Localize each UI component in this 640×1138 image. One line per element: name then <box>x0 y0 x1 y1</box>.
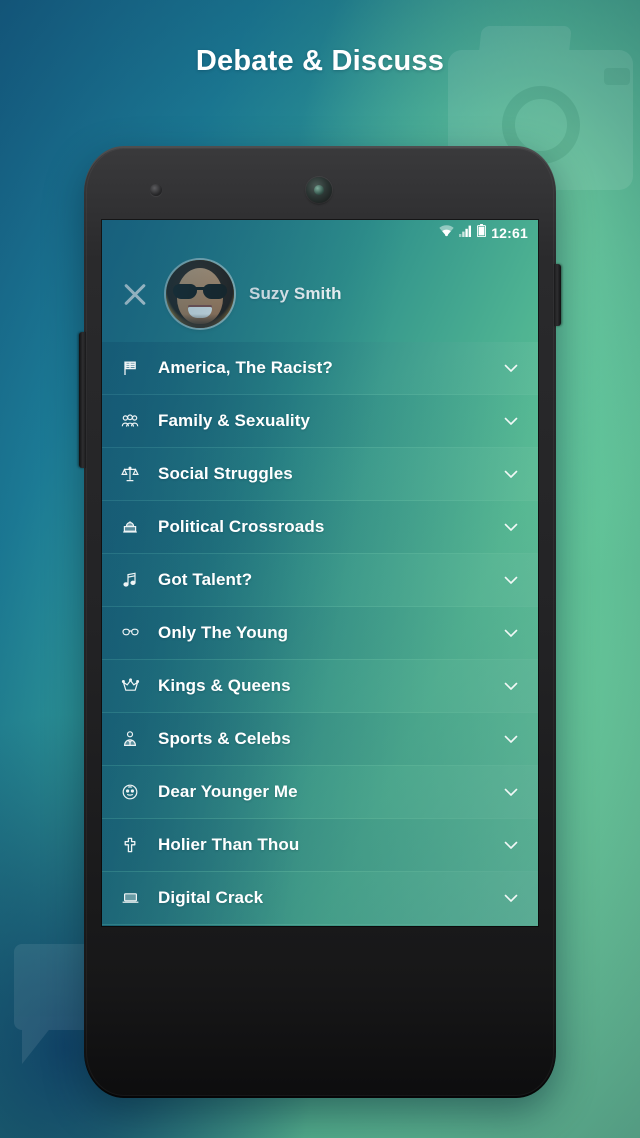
list-item[interactable]: Sports & Celebs <box>102 713 538 766</box>
flag-icon <box>116 354 144 382</box>
chevron-down-icon[interactable] <box>502 412 520 430</box>
close-icon[interactable] <box>120 279 150 309</box>
list-item-label: Kings & Queens <box>158 676 291 695</box>
list-item-label: Sports & Celebs <box>158 729 291 748</box>
list-item[interactable]: Political Crossroads <box>102 501 538 554</box>
list-item-label: Political Crossroads <box>158 517 325 536</box>
list-item[interactable]: Dear Younger Me <box>102 766 538 819</box>
capitol-building-icon <box>116 513 144 541</box>
chevron-down-icon[interactable] <box>502 889 520 907</box>
app-header: Suzy Smith <box>102 246 538 342</box>
avatar[interactable] <box>166 260 234 328</box>
list-item[interactable]: Family & Sexuality <box>102 395 538 448</box>
list-item-label: Holier Than Thou <box>158 835 300 854</box>
chevron-down-icon[interactable] <box>502 465 520 483</box>
list-item-label: Social Struggles <box>158 464 293 483</box>
battery-icon <box>477 224 487 242</box>
cross-icon <box>116 831 144 859</box>
laptop-icon <box>116 884 144 912</box>
chevron-down-icon[interactable] <box>502 571 520 589</box>
page-title: Debate & Discuss <box>195 45 445 77</box>
person-suit-icon <box>116 725 144 753</box>
list-item[interactable]: Only The Young <box>102 607 538 660</box>
list-item-label: Digital Crack <box>158 888 264 907</box>
list-item-label: America, The Racist? <box>158 358 333 377</box>
list-item[interactable]: Digital Crack <box>102 872 538 925</box>
user-name: Suzy Smith <box>249 284 342 303</box>
list-item-label: Only The Young <box>158 623 289 642</box>
chevron-down-icon[interactable] <box>502 730 520 748</box>
list-item[interactable]: Got Talent? <box>102 554 538 607</box>
volume-rocker-button[interactable] <box>79 332 86 468</box>
proximity-sensor-icon <box>150 184 162 196</box>
list-item-label: Got Talent? <box>158 570 253 589</box>
power-button[interactable] <box>554 264 561 326</box>
crown-icon <box>116 672 144 700</box>
list-item[interactable]: ??? What The Heck?! <box>102 925 538 926</box>
chevron-down-icon[interactable] <box>502 518 520 536</box>
baby-face-icon <box>116 778 144 806</box>
chevron-down-icon[interactable] <box>502 783 520 801</box>
chevron-down-icon[interactable] <box>502 836 520 854</box>
phone-screen: 12:61 Suzy Smith America, The Racist? Fa… <box>102 220 538 926</box>
wifi-icon <box>439 224 454 242</box>
chevron-down-icon[interactable] <box>502 624 520 642</box>
phone-mockup: 12:61 Suzy Smith America, The Racist? Fa… <box>79 146 561 1098</box>
front-camera-icon <box>306 177 332 203</box>
list-item[interactable]: Kings & Queens <box>102 660 538 713</box>
people-group-icon <box>116 407 144 435</box>
list-item[interactable]: Holier Than Thou <box>102 819 538 872</box>
chevron-down-icon[interactable] <box>502 677 520 695</box>
list-item-label: Dear Younger Me <box>158 782 298 801</box>
status-bar-time: 12:61 <box>491 225 528 241</box>
topic-list: America, The Racist? Family & Sexuality <box>102 342 538 926</box>
scales-of-justice-icon <box>116 460 144 488</box>
list-item[interactable]: Social Struggles <box>102 448 538 501</box>
music-note-icon <box>116 566 144 594</box>
list-item-label: Family & Sexuality <box>158 411 311 430</box>
status-bar: 12:61 <box>102 220 538 246</box>
list-item[interactable]: America, The Racist? <box>102 342 538 395</box>
chevron-down-icon[interactable] <box>502 359 520 377</box>
sunglasses-icon <box>116 619 144 647</box>
cell-signal-icon <box>459 224 472 242</box>
